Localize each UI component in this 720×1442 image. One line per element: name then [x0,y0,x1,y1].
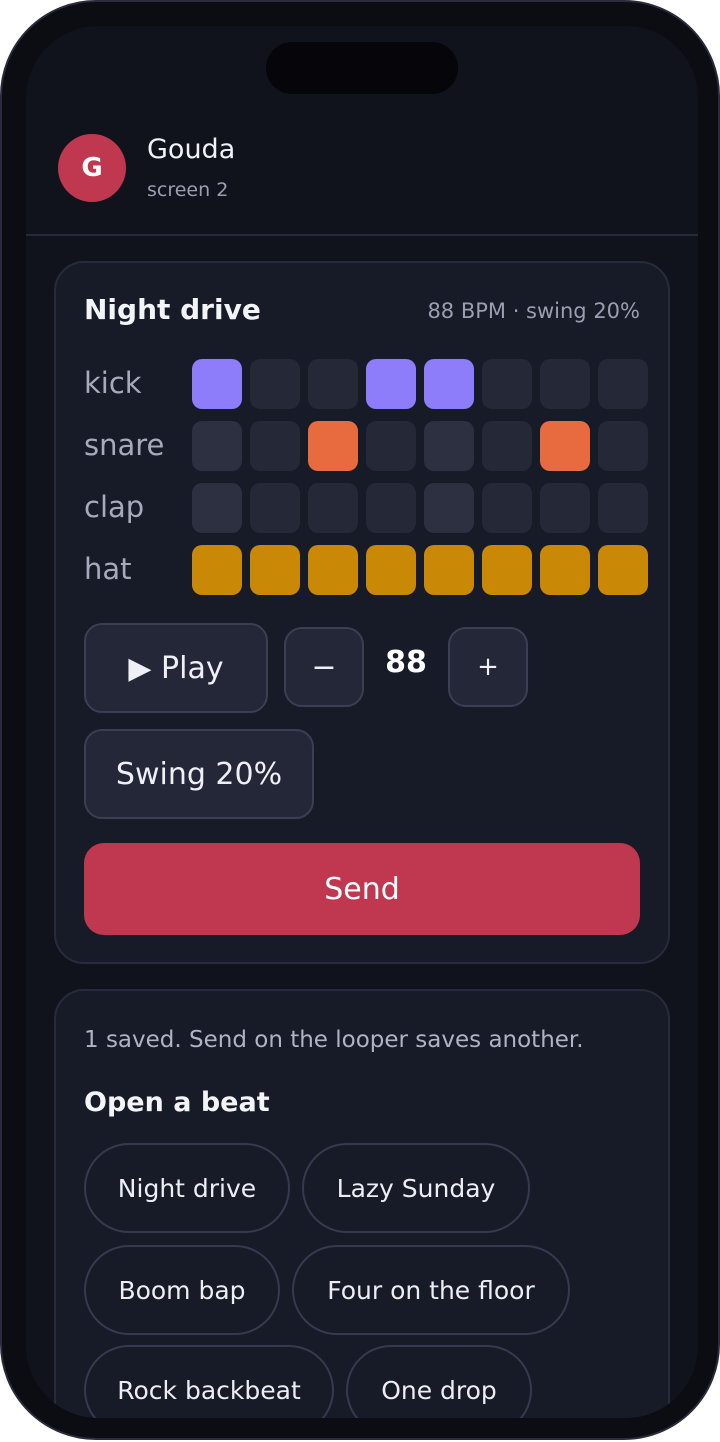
step-kick-3[interactable] [308,359,358,409]
phone-frame: G Gouda screen 2 Night drive 88 BPM · sw… [0,0,720,1440]
step-snare-1[interactable] [192,421,242,471]
step-snare-6[interactable] [482,421,532,471]
avatar[interactable]: G [58,134,126,202]
step-clap-6[interactable] [482,483,532,533]
beat-title: Night drive [84,293,261,326]
step-kick-8[interactable] [598,359,648,409]
step-clap-7[interactable] [540,483,590,533]
beat-chip-four-on-the-floor[interactable]: Four on the floor [292,1245,570,1335]
step-hat-1[interactable] [192,545,242,595]
step-snare-5[interactable] [424,421,474,471]
track-label-snare: snare [84,428,165,462]
tempo-value: 88 [385,645,427,680]
contact-subtitle: screen 2 [147,179,229,201]
play-button[interactable]: ▶ Play [84,623,268,713]
app-screen: G Gouda screen 2 Night drive 88 BPM · sw… [26,26,698,1418]
beat-chip-lazy-sunday[interactable]: Lazy Sunday [302,1143,530,1233]
track-label-clap: clap [84,490,145,524]
saved-count-note: 1 saved. Send on the looper saves anothe… [84,1027,584,1053]
tempo-decrease-button[interactable]: − [284,627,364,707]
step-kick-1[interactable] [192,359,242,409]
contact-name: Gouda [147,134,236,165]
looper-card: Night drive 88 BPM · swing 20% kick snar… [54,261,670,964]
step-clap-5[interactable] [424,483,474,533]
send-button[interactable]: Send [84,843,640,935]
step-hat-8[interactable] [598,545,648,595]
step-clap-4[interactable] [366,483,416,533]
chat-header: G Gouda screen 2 [26,26,698,236]
step-clap-1[interactable] [192,483,242,533]
step-hat-7[interactable] [540,545,590,595]
step-snare-2[interactable] [250,421,300,471]
beat-library-card: 1 saved. Send on the looper saves anothe… [54,989,670,1418]
track-label-hat: hat [84,552,132,586]
beat-chip-night-drive[interactable]: Night drive [84,1143,290,1233]
step-hat-4[interactable] [366,545,416,595]
step-hat-5[interactable] [424,545,474,595]
swing-button[interactable]: Swing 20% [84,729,314,819]
step-snare-7[interactable] [540,421,590,471]
tempo-increase-button[interactable]: + [448,627,528,707]
step-kick-7[interactable] [540,359,590,409]
step-clap-3[interactable] [308,483,358,533]
step-snare-4[interactable] [366,421,416,471]
step-kick-6[interactable] [482,359,532,409]
step-snare-8[interactable] [598,421,648,471]
step-hat-6[interactable] [482,545,532,595]
step-hat-2[interactable] [250,545,300,595]
beat-chip-boom-bap[interactable]: Boom bap [84,1245,280,1335]
step-clap-8[interactable] [598,483,648,533]
beat-chip-one-drop[interactable]: One drop [346,1345,532,1418]
open-beat-heading: Open a beat [84,1087,270,1118]
beat-meta: 88 BPM · swing 20% [427,299,640,323]
step-kick-5[interactable] [424,359,474,409]
beat-chip-rock-backbeat[interactable]: Rock backbeat [84,1345,334,1418]
step-hat-3[interactable] [308,545,358,595]
step-kick-2[interactable] [250,359,300,409]
step-clap-2[interactable] [250,483,300,533]
step-kick-4[interactable] [366,359,416,409]
track-label-kick: kick [84,366,142,400]
step-snare-3[interactable] [308,421,358,471]
